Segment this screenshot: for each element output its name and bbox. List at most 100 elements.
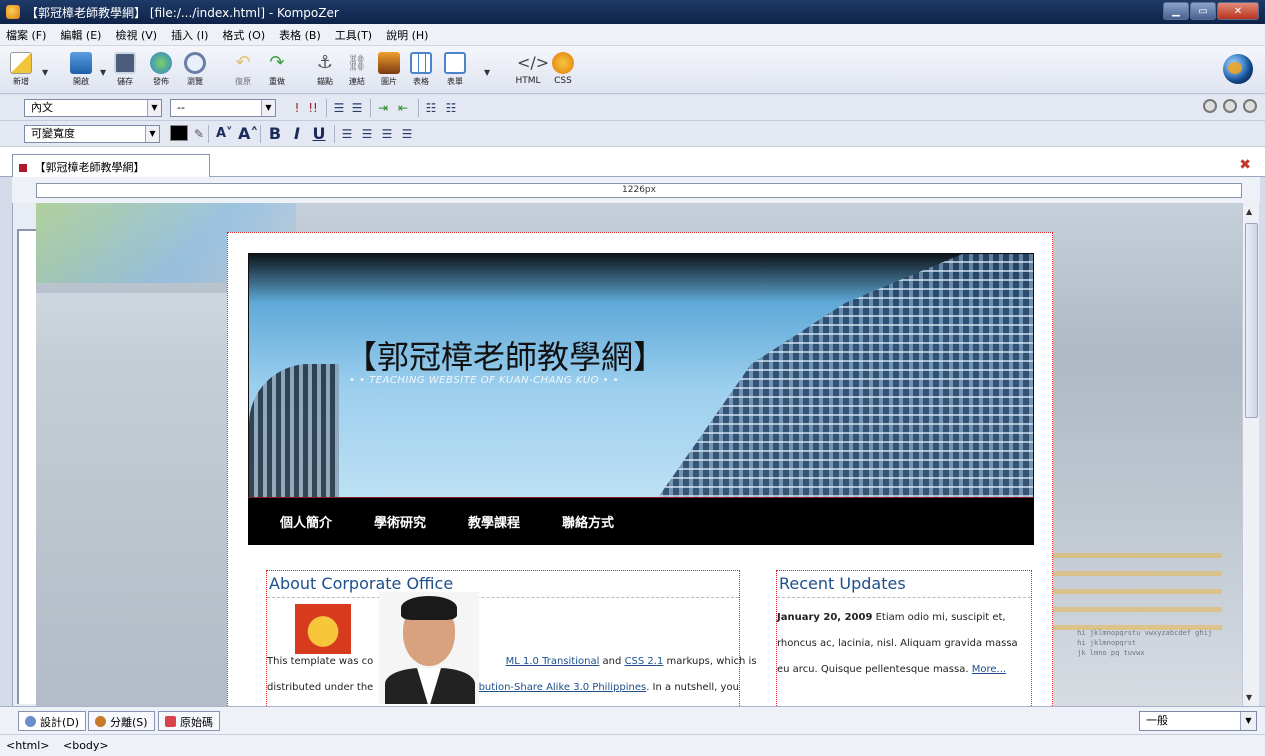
scroll-down-arrow-icon[interactable]: ▼ — [1246, 693, 1252, 702]
publish-button[interactable]: 發佈 — [142, 50, 180, 92]
chevron-down-icon: ▼ — [261, 100, 275, 116]
menu-bar: 檔案 (F) 編輯 (E) 檢視 (V) 插入 (I) 格式 (O) 表格 (B… — [0, 24, 1265, 46]
site-title[interactable]: 【郭冠樟老師教學網】 — [345, 332, 665, 378]
updates-section[interactable]: Recent Updates January 20, 2009 Etiam od… — [776, 570, 1032, 706]
vertical-scrollbar[interactable]: ▲ ▼ — [1242, 203, 1259, 706]
about-text: . In a nutshell, you — [646, 682, 739, 693]
new-document-icon — [10, 52, 32, 74]
definition-term-icon[interactable]: ☷ — [424, 99, 438, 117]
document-tab-strip: 【郭冠樟老師教學網】 ✖ — [0, 147, 1265, 177]
position-icon[interactable] — [1223, 99, 1237, 113]
italic-icon[interactable]: I — [290, 125, 304, 143]
form-dropdown-arrow[interactable]: ▼ — [484, 68, 490, 77]
tab-split[interactable]: 分離(S) — [88, 711, 155, 731]
bold-icon[interactable]: B — [268, 125, 282, 143]
text-color-swatch[interactable] — [170, 125, 188, 141]
save-button[interactable]: 儲存 — [106, 50, 144, 92]
font-width-select[interactable]: 可變寬度 ▼ — [24, 125, 160, 143]
align-center-icon[interactable]: ☰ — [360, 125, 374, 143]
emphasis-icon[interactable]: ! — [290, 99, 304, 117]
format-toolbar-2: 可變寬度 ▼ ✎ A˅ A˄ B I U ☰ ☰ ☰ ☰ — [0, 121, 1265, 147]
editing-canvas[interactable]: hi jklmnopqrstu vwxyzabcdef ghij hi jklmn… — [36, 203, 1242, 706]
composition-toolbar: 新增 ▼ 開啟 ▼ 儲存 發佈 瀏覽 ↶ 復原 ↷ 重做 ⚓ 錨點 ⛓ 連結 圖… — [0, 46, 1265, 94]
block-outline-icon[interactable] — [1203, 99, 1217, 113]
license-link[interactable]: ribution-Share Alike 3.0 Philippines — [472, 682, 647, 693]
numbered-list-icon[interactable]: ☰ — [332, 99, 346, 117]
nav-item-contact[interactable]: 聯絡方式 — [562, 512, 614, 531]
strong-emphasis-icon[interactable]: !! — [306, 99, 320, 117]
menu-format[interactable]: 格式 (O) — [222, 27, 265, 43]
menu-help[interactable]: 說明 (H) — [386, 27, 428, 43]
menu-view[interactable]: 檢視 (V) — [115, 27, 157, 43]
xhtml-link[interactable]: ML 1.0 Transitional — [506, 656, 600, 667]
tab-design[interactable]: 設計(D) — [18, 711, 87, 731]
toolbar-separator — [326, 99, 327, 117]
toolbar-separator — [334, 125, 335, 143]
undo-button[interactable]: ↶ 復原 — [224, 50, 262, 92]
definition-description-icon[interactable]: ☷ — [444, 99, 458, 117]
redo-button[interactable]: ↷ 重做 — [258, 50, 296, 92]
about-heading[interactable]: About Corporate Office — [267, 571, 739, 598]
menu-insert[interactable]: 插入 (I) — [171, 27, 208, 43]
edit-mode-select[interactable]: 一般 ▼ — [1139, 711, 1257, 731]
toolbar-separator — [370, 99, 371, 117]
layer-icon[interactable] — [1243, 99, 1257, 113]
about-paragraph-line-2: distributed under the ribution-Share Ali… — [267, 677, 739, 698]
nav-item-profile[interactable]: 個人簡介 — [280, 512, 332, 531]
font-select[interactable]: -- ▼ — [170, 99, 276, 117]
status-tag-html[interactable]: <html> — [6, 739, 50, 752]
status-tag-body[interactable]: <body> — [63, 739, 109, 752]
underline-icon[interactable]: U — [312, 125, 326, 143]
site-subtitle[interactable]: • • TEACHING WEBSITE OF KUAN-CHANG KUO •… — [349, 375, 619, 386]
redo-label: 重做 — [269, 77, 285, 86]
menu-tools[interactable]: 工具(T) — [335, 27, 372, 43]
cartoon-image[interactable] — [295, 604, 351, 654]
left-gutter — [12, 203, 37, 706]
menu-file[interactable]: 檔案 (F) — [6, 27, 46, 43]
undo-arrow-icon: ↶ — [235, 52, 251, 73]
page-container[interactable]: 【郭冠樟老師教學網】 • • TEACHING WEBSITE OF KUAN-… — [227, 232, 1053, 706]
nav-item-courses[interactable]: 教學課程 — [468, 512, 520, 531]
table-label: 表格 — [413, 77, 429, 86]
justify-icon[interactable]: ☰ — [400, 125, 414, 143]
form-button[interactable]: 表單 — [436, 50, 474, 92]
updates-heading[interactable]: Recent Updates — [777, 571, 1031, 598]
close-tab-icon[interactable]: ✖ — [1239, 157, 1251, 173]
teacher-portrait-image[interactable] — [379, 592, 479, 704]
open-button[interactable]: 開啟 — [62, 50, 100, 92]
highlight-pen-icon[interactable]: ✎ — [192, 125, 206, 143]
maximize-button[interactable]: ▭ — [1190, 2, 1216, 20]
document-tab[interactable]: 【郭冠樟老師教學網】 — [12, 154, 210, 177]
header-banner[interactable]: 【郭冠樟老師教學網】 • • TEACHING WEBSITE OF KUAN-… — [248, 253, 1034, 498]
bulleted-list-icon[interactable]: ☰ — [350, 99, 364, 117]
html-button[interactable]: </> HTML — [508, 50, 549, 92]
indent-icon[interactable]: ⇥ — [376, 99, 390, 117]
minimize-button[interactable]: ▁ — [1163, 2, 1189, 20]
about-section[interactable]: About Corporate Office This template was… — [266, 570, 757, 706]
smaller-font-icon[interactable]: A˅ — [216, 125, 233, 143]
menu-edit[interactable]: 編輯 (E) — [60, 27, 101, 43]
table-button[interactable]: 表格 — [402, 50, 440, 92]
align-right-icon[interactable]: ☰ — [380, 125, 394, 143]
outdent-icon[interactable]: ⇤ — [396, 99, 410, 117]
new-dropdown-arrow[interactable]: ▼ — [42, 68, 48, 77]
updates-line-3: eu arcu. Quisque pellentesque massa. Mor… — [777, 659, 1006, 680]
close-window-button[interactable]: ✕ — [1217, 2, 1259, 20]
more-link[interactable]: More... — [972, 664, 1006, 675]
menu-table[interactable]: 表格 (B) — [279, 27, 321, 43]
scroll-thumb[interactable] — [1245, 223, 1258, 418]
scroll-up-arrow-icon[interactable]: ▲ — [1246, 207, 1252, 216]
update-text: eu arcu. Quisque pellentesque massa. — [777, 664, 969, 675]
browse-button[interactable]: 瀏覽 — [176, 50, 214, 92]
new-button[interactable]: 新增 — [2, 50, 40, 92]
align-left-icon[interactable]: ☰ — [340, 125, 354, 143]
tab-source[interactable]: 原始碼 — [158, 711, 220, 731]
css-link[interactable]: CSS 2.1 — [625, 656, 664, 667]
larger-font-icon[interactable]: A˄ — [238, 125, 258, 143]
ruler-width-label: 1226px — [622, 185, 656, 195]
css-button[interactable]: CSS — [544, 50, 582, 92]
update-text: Etiam odio mi, suscipit et, — [875, 612, 1006, 623]
nav-item-research[interactable]: 學術研究 — [374, 512, 426, 531]
body-outline-marker — [17, 229, 37, 704]
paragraph-format-select[interactable]: 內文 ▼ — [24, 99, 162, 117]
